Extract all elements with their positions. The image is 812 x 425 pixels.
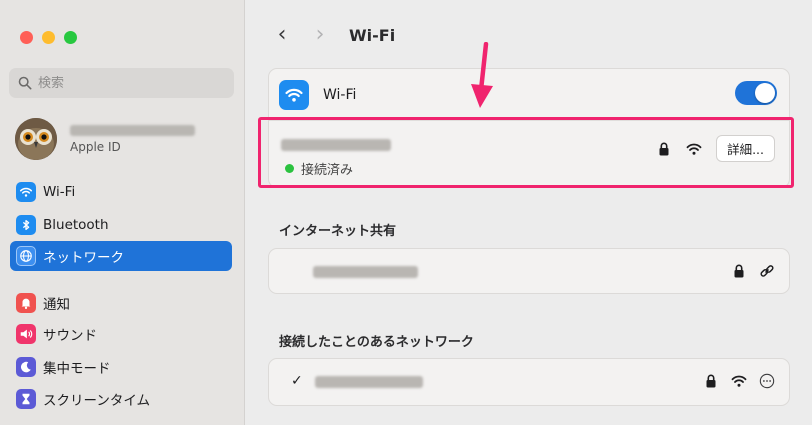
sidebar-item-bluetooth[interactable]: Bluetooth: [10, 210, 232, 240]
details-button[interactable]: 詳細...: [716, 135, 775, 162]
wifi-toggle-row: Wi-Fi: [269, 69, 789, 121]
known-networks-title: 接続したことのあるネットワーク: [279, 335, 474, 350]
forward-button[interactable]: ›: [307, 22, 333, 48]
sidebar-item-notifications[interactable]: 通知: [10, 288, 232, 318]
wifi-signal-icon: [686, 143, 702, 155]
sidebar-item-label: サウンド: [43, 328, 97, 344]
sidebar-item-sound[interactable]: サウンド: [10, 319, 232, 349]
sidebar-item-network[interactable]: ネットワーク: [10, 241, 232, 271]
sharing-section-title: インターネット共有: [279, 224, 397, 239]
wifi-signal-icon: [731, 375, 747, 387]
known-network-row[interactable]: ✓: [268, 358, 790, 406]
sidebar-item-wifi[interactable]: Wi-Fi: [10, 177, 232, 207]
minimize-window-button[interactable]: [42, 31, 55, 44]
sharing-card[interactable]: [268, 248, 790, 294]
current-network-row[interactable]: 接続済み 詳細...: [269, 121, 789, 189]
connected-dot-icon: [285, 164, 294, 173]
sidebar: Apple ID Wi-Fi Bluetooth ネットワーク 通知 サウンド: [0, 0, 245, 425]
more-options-icon[interactable]: [759, 373, 775, 389]
sidebar-item-label: 通知: [43, 297, 70, 313]
bluetooth-icon: [16, 215, 36, 235]
pointer-arrow-icon: [471, 42, 493, 108]
avatar: [15, 118, 57, 160]
known-network-redacted: [315, 376, 423, 388]
sidebar-item-label: Wi-Fi: [43, 184, 76, 200]
checkmark-icon: ✓: [291, 373, 303, 389]
hourglass-icon: [16, 389, 36, 409]
lock-icon: [734, 264, 744, 278]
sidebar-item-screen-time[interactable]: スクリーンタイム: [10, 384, 232, 414]
globe-icon: [16, 246, 36, 266]
zoom-window-button[interactable]: [64, 31, 77, 44]
search-icon: [18, 76, 32, 90]
page-title: Wi-Fi: [349, 25, 396, 45]
back-button[interactable]: ‹: [269, 22, 295, 48]
search-input[interactable]: [38, 75, 228, 91]
lock-icon: [706, 374, 716, 388]
account-name-redacted: [70, 124, 195, 136]
speaker-icon: [16, 324, 36, 344]
window-controls: [20, 31, 77, 44]
link-icon: [760, 265, 774, 277]
toolbar: ‹ › Wi-Fi: [269, 22, 396, 48]
lock-icon: [659, 142, 669, 155]
wifi-label: Wi-Fi: [323, 86, 357, 103]
network-name-redacted: [281, 139, 391, 151]
sidebar-item-label: 集中モード: [43, 361, 111, 377]
close-window-button[interactable]: [20, 31, 33, 44]
wifi-toggle[interactable]: [735, 81, 777, 105]
moon-icon: [16, 357, 36, 377]
connection-status: 接続済み: [285, 159, 353, 178]
search-field[interactable]: [9, 68, 234, 98]
sidebar-item-label: ネットワーク: [43, 250, 124, 266]
account-subtitle: Apple ID: [70, 139, 121, 154]
sidebar-item-label: スクリーンタイム: [43, 393, 151, 409]
sidebar-item-focus[interactable]: 集中モード: [10, 352, 232, 382]
status-label: 接続済み: [301, 163, 354, 178]
bell-icon: [16, 293, 36, 313]
sharing-network-redacted: [313, 266, 418, 278]
apple-id-account[interactable]: Apple ID: [15, 113, 235, 165]
wifi-icon: [16, 182, 36, 202]
wifi-icon: [279, 79, 309, 110]
wifi-card: Wi-Fi 接続済み 詳細...: [268, 68, 790, 188]
sidebar-item-label: Bluetooth: [43, 217, 109, 233]
